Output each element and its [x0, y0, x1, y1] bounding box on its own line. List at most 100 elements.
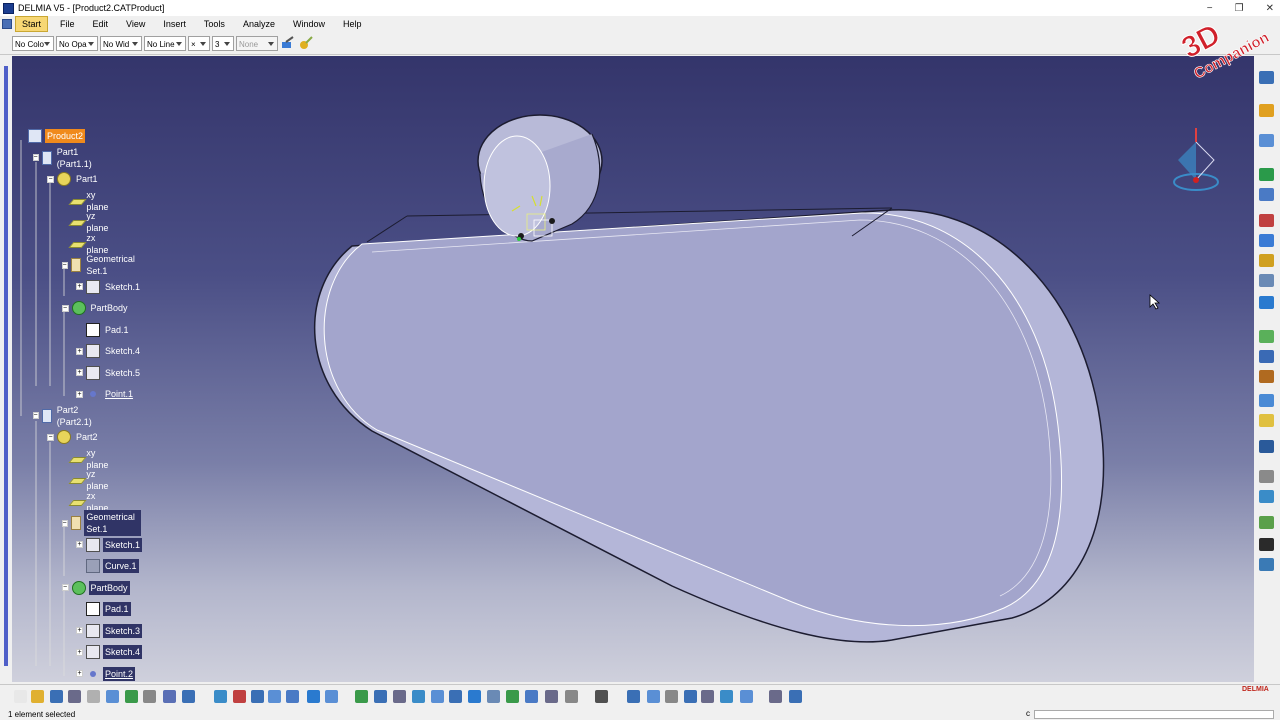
toolbar-tool-icon[interactable]: [431, 690, 444, 703]
toolbar-tool-icon[interactable]: [143, 690, 156, 703]
expand-toggle[interactable]: +: [76, 648, 83, 656]
line-type-select[interactable]: No Line: [144, 35, 186, 51]
toolbar-tool-icon[interactable]: [31, 690, 44, 703]
menu-edit[interactable]: Edit: [87, 17, 115, 31]
expand-toggle[interactable]: −: [61, 261, 68, 269]
expand-toggle[interactable]: −: [32, 412, 39, 419]
menu-help[interactable]: Help: [337, 17, 368, 31]
tree-node[interactable]: + Sketch.1: [76, 536, 143, 554]
layer-select[interactable]: 3: [212, 35, 234, 51]
tree-node[interactable]: yz plane: [62, 469, 115, 491]
tree-node-label[interactable]: Pad.1: [103, 323, 131, 337]
toolbar-tool-icon[interactable]: [665, 690, 678, 703]
compass-widget[interactable]: [1168, 120, 1224, 200]
expand-toggle[interactable]: +: [76, 627, 83, 634]
tree-node-label[interactable]: Part1 (Part1.1): [55, 145, 99, 171]
toolbar-tool-icon[interactable]: [233, 690, 246, 703]
tree-node-label[interactable]: Sketch.4: [103, 344, 142, 358]
painter-icon[interactable]: [280, 35, 296, 51]
toolbar-tool-icon[interactable]: [1259, 296, 1274, 309]
tree-node[interactable]: xy plane: [62, 190, 115, 212]
toolbar-tool-icon[interactable]: [595, 690, 608, 703]
toolbar-tool-icon[interactable]: [701, 690, 714, 703]
tree-node[interactable]: − Part2 (Part2.1): [32, 405, 99, 427]
toolbar-tool-icon[interactable]: [125, 690, 138, 703]
tree-node-label[interactable]: Part2 (Part2.1): [55, 403, 99, 429]
toolbar-tool-icon[interactable]: [1259, 470, 1274, 483]
tree-node-label[interactable]: Point.1: [103, 387, 135, 401]
3d-viewport[interactable]: Product2− Part1 (Part1.1) − Part1 xy plane yz…: [12, 56, 1254, 682]
toolbar-tool-icon[interactable]: [50, 690, 63, 703]
toolbar-tool-icon[interactable]: [214, 690, 227, 703]
toolbar-tool-icon[interactable]: [1259, 490, 1274, 503]
tree-node[interactable]: yz plane: [62, 211, 115, 233]
toolbar-tool-icon[interactable]: [720, 690, 733, 703]
expand-toggle[interactable]: −: [47, 175, 54, 183]
tree-node[interactable]: Product2: [18, 127, 86, 145]
tree-node-label[interactable]: Curve.1: [103, 559, 139, 573]
toolbar-tool-icon[interactable]: [1259, 71, 1274, 84]
tree-node-label[interactable]: Sketch.5: [103, 366, 142, 380]
toolbar-tool-icon[interactable]: [374, 690, 387, 703]
expand-toggle[interactable]: +: [76, 541, 83, 548]
tree-node[interactable]: − PartBody: [61, 579, 130, 597]
toolbar-tool-icon[interactable]: [740, 690, 753, 703]
toolbar-tool-icon[interactable]: [87, 690, 100, 703]
toolbar-tool-icon[interactable]: [468, 690, 481, 703]
menu-window[interactable]: Window: [287, 17, 331, 31]
expand-toggle[interactable]: −: [32, 154, 39, 161]
tree-node[interactable]: − Part2: [47, 428, 100, 446]
toolbar-tool-icon[interactable]: [647, 690, 660, 703]
toolbar-tool-icon[interactable]: [412, 690, 425, 703]
render-style-select[interactable]: None: [236, 35, 278, 51]
expand-toggle[interactable]: +: [76, 670, 83, 677]
tree-node-label[interactable]: Point.2: [103, 666, 136, 681]
expand-toggle[interactable]: +: [76, 390, 83, 398]
menu-view[interactable]: View: [120, 17, 151, 31]
vertical-scrollbar[interactable]: [4, 66, 8, 666]
expand-toggle[interactable]: −: [61, 304, 69, 312]
toolbar-tool-icon[interactable]: [1259, 414, 1274, 427]
toolbar-tool-icon[interactable]: [182, 690, 195, 703]
toolbar-tool-icon[interactable]: [684, 690, 697, 703]
toolbar-tool-icon[interactable]: [393, 690, 406, 703]
toolbar-tool-icon[interactable]: [307, 690, 320, 703]
toolbar-tool-icon[interactable]: [487, 690, 500, 703]
toolbar-tool-icon[interactable]: [789, 690, 802, 703]
menu-insert[interactable]: Insert: [157, 17, 192, 31]
tree-node[interactable]: zx plane: [62, 233, 115, 255]
tree-node[interactable]: zx plane: [62, 491, 115, 513]
toolbar-tool-icon[interactable]: [565, 690, 578, 703]
line-width-select[interactable]: No Wid: [100, 35, 142, 51]
toolbar-tool-icon[interactable]: [525, 690, 538, 703]
tree-node[interactable]: − Part1 (Part1.1): [32, 147, 99, 169]
toolbar-tool-icon[interactable]: [1259, 330, 1274, 343]
tree-node[interactable]: + Sketch.3: [76, 622, 143, 640]
tree-node-label[interactable]: Geometrical Set.1: [84, 510, 142, 536]
tree-node[interactable]: + Sketch.5: [76, 364, 142, 382]
expand-toggle[interactable]: +: [76, 369, 83, 376]
tree-node-label[interactable]: PartBody: [88, 580, 130, 595]
menu-tools[interactable]: Tools: [198, 17, 231, 31]
toolbar-tool-icon[interactable]: [1259, 538, 1274, 551]
toolbar-tool-icon[interactable]: [14, 690, 27, 703]
menu-file[interactable]: File: [54, 17, 81, 31]
tree-node-label[interactable]: Sketch.3: [103, 623, 143, 638]
menu-analyze[interactable]: Analyze: [237, 17, 281, 31]
tree-node[interactable]: + Point.1: [76, 385, 135, 403]
toolbar-tool-icon[interactable]: [163, 690, 176, 703]
expand-toggle[interactable]: −: [61, 519, 68, 527]
toolbar-tool-icon[interactable]: [449, 690, 462, 703]
toolbar-tool-icon[interactable]: [1259, 558, 1274, 571]
expand-toggle[interactable]: −: [47, 433, 54, 441]
toolbar-tool-icon[interactable]: [1259, 188, 1274, 201]
3d-model[interactable]: [12, 56, 1254, 682]
tree-node-label[interactable]: Geometrical Set.1: [84, 252, 141, 278]
toolbar-tool-icon[interactable]: [286, 690, 299, 703]
toolbar-tool-icon[interactable]: [268, 690, 281, 703]
tree-node[interactable]: xy plane: [62, 448, 115, 470]
tree-node-label[interactable]: Sketch.1: [103, 280, 142, 294]
document-icon[interactable]: [2, 19, 12, 29]
toolbar-tool-icon[interactable]: [106, 690, 119, 703]
properties-brush-icon[interactable]: [298, 35, 314, 51]
